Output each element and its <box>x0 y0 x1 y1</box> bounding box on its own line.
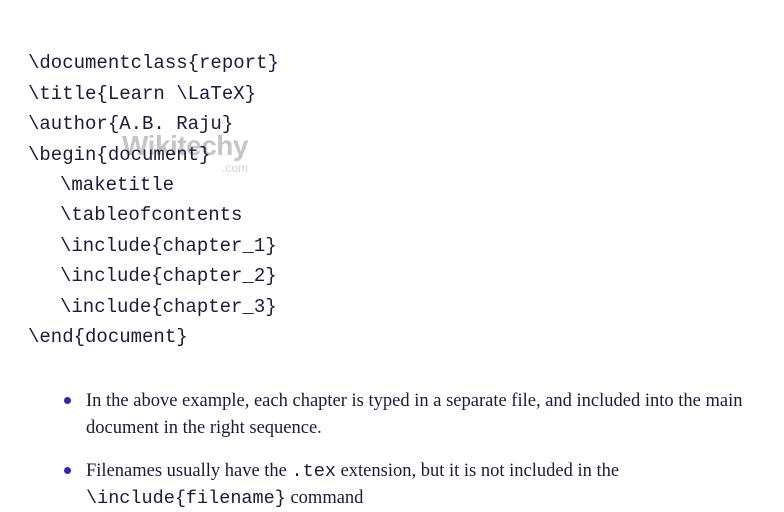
code-line-8: \include{chapter_2} <box>28 261 277 291</box>
bullet-text-2b: extension, but it is not included in the <box>336 461 619 481</box>
code-line-1: \documentclass{report} <box>28 52 279 74</box>
code-line-6: \tableofcontents <box>28 200 242 230</box>
watermark-sub: .com <box>222 161 248 175</box>
list-item: Filenames usually have the .tex extensio… <box>66 458 756 512</box>
inline-code-include: \include{filename} <box>86 488 286 509</box>
bullet-text-2c: command <box>286 488 364 508</box>
description-list: In the above example, each chapter is ty… <box>28 388 756 512</box>
latex-code-block: \documentclass{report} \title{Learn \LaT… <box>28 18 756 352</box>
list-item: In the above example, each chapter is ty… <box>66 388 756 441</box>
code-line-5: \maketitle <box>28 170 174 200</box>
code-line-4: \begin{document} <box>28 144 210 166</box>
bullet-text-2a: Filenames usually have the <box>86 461 292 481</box>
code-line-3: \author{A.B. Raju} <box>28 113 233 135</box>
bullet-text-1: In the above example, each chapter is ty… <box>86 391 743 437</box>
code-line-9: \include{chapter_3} <box>28 292 277 322</box>
code-line-10: \end{document} <box>28 326 188 348</box>
code-line-2: \title{Learn \LaTeX} <box>28 83 256 105</box>
code-line-7: \include{chapter_1} <box>28 231 277 261</box>
inline-code-tex: .tex <box>292 461 336 482</box>
